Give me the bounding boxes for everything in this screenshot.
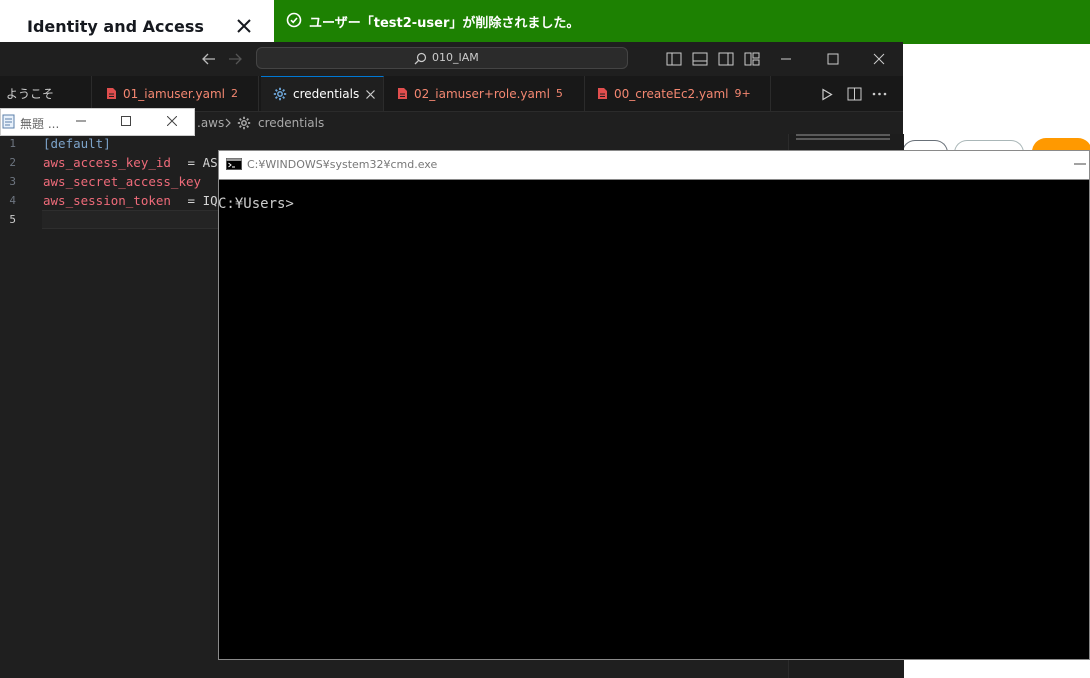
code-key[interactable]: aws_secret_access_key xyxy=(43,174,201,189)
notepad-icon xyxy=(2,114,15,129)
success-check-icon xyxy=(286,12,302,28)
code-key[interactable]: aws_access_key_id xyxy=(43,155,171,170)
split-editor-icon[interactable] xyxy=(847,87,862,101)
window-close-icon[interactable] xyxy=(167,116,177,126)
problem-count-badge: 5 xyxy=(555,87,563,100)
toggle-panel-icon[interactable] xyxy=(692,52,708,66)
search-input-text: 010_IAM xyxy=(432,51,479,64)
minimap-line xyxy=(796,138,890,140)
window-close-icon[interactable] xyxy=(873,53,885,65)
yaml-file-icon xyxy=(398,88,407,99)
line-number: 4 xyxy=(9,194,16,207)
tab-label: 02_iamuser+role.yaml xyxy=(414,86,550,101)
line-number: 3 xyxy=(9,175,16,188)
forward-arrow-icon[interactable] xyxy=(227,52,243,66)
maximize-icon[interactable] xyxy=(827,53,839,65)
line-number-current: 5 xyxy=(9,213,16,226)
tab-01-iamuser[interactable]: 01_iamuser.yaml 2 xyxy=(92,76,259,111)
customize-layout-icon[interactable] xyxy=(744,52,760,66)
toggle-primary-sidebar-icon[interactable] xyxy=(666,52,682,66)
code-value[interactable]: = IQ xyxy=(180,193,218,208)
tab-label: credentials xyxy=(293,87,360,101)
more-actions-icon[interactable] xyxy=(872,92,887,96)
notepad-title: 無題 ... xyxy=(20,117,60,131)
code-section-header[interactable]: [default] xyxy=(43,136,111,151)
code-key[interactable]: aws_session_token xyxy=(43,193,171,208)
toggle-secondary-sidebar-icon[interactable] xyxy=(718,52,734,66)
close-icon[interactable] xyxy=(236,18,252,34)
minimize-icon[interactable] xyxy=(1074,163,1086,165)
problem-count-badge: 2 xyxy=(231,87,239,100)
cmd-title: C:¥WINDOWS¥system32¥cmd.exe xyxy=(247,158,438,171)
flash-message: ユーザー「test2-user」が削除されました。 xyxy=(309,16,580,31)
yaml-file-icon xyxy=(598,88,607,99)
run-icon[interactable] xyxy=(821,88,833,101)
maximize-icon[interactable] xyxy=(121,116,131,126)
tab-02-iamuser-role[interactable]: 02_iamuser+role.yaml 5 xyxy=(385,76,585,111)
tab-00-createec2[interactable]: 00_createEc2.yaml 9+ xyxy=(585,76,771,111)
gear-icon xyxy=(237,116,251,130)
minimize-icon[interactable] xyxy=(780,53,792,65)
breadcrumb-file[interactable]: credentials xyxy=(258,116,324,130)
tab-label: 00_createEc2.yaml xyxy=(614,86,729,101)
tab-close-icon[interactable] xyxy=(365,89,376,100)
cmd-icon xyxy=(226,158,242,170)
yaml-file-icon xyxy=(107,88,116,99)
search-icon xyxy=(414,52,427,65)
aws-panel-title: Identity and Access xyxy=(27,17,204,36)
minimize-icon[interactable] xyxy=(76,116,86,126)
tab-credentials[interactable]: credentials xyxy=(261,76,384,111)
back-arrow-icon[interactable] xyxy=(201,52,217,66)
current-line-highlight xyxy=(42,210,218,229)
line-number: 2 xyxy=(9,156,16,169)
problem-count-badge: 9+ xyxy=(734,87,751,100)
breadcrumb-folder[interactable]: .aws xyxy=(197,116,224,130)
chevron-right-icon xyxy=(225,118,231,128)
code-value[interactable]: = AS xyxy=(180,155,218,170)
line-number: 1 xyxy=(9,137,16,150)
cmd-window[interactable] xyxy=(218,150,1090,660)
cmd-prompt[interactable]: C:¥Users> xyxy=(218,196,294,212)
minimap-line xyxy=(796,134,890,136)
gear-icon xyxy=(273,87,287,101)
tab-label: ようこそ xyxy=(6,87,55,101)
tab-label: 01_iamuser.yaml xyxy=(123,86,226,101)
tab-welcome[interactable]: ようこそ xyxy=(0,76,92,111)
